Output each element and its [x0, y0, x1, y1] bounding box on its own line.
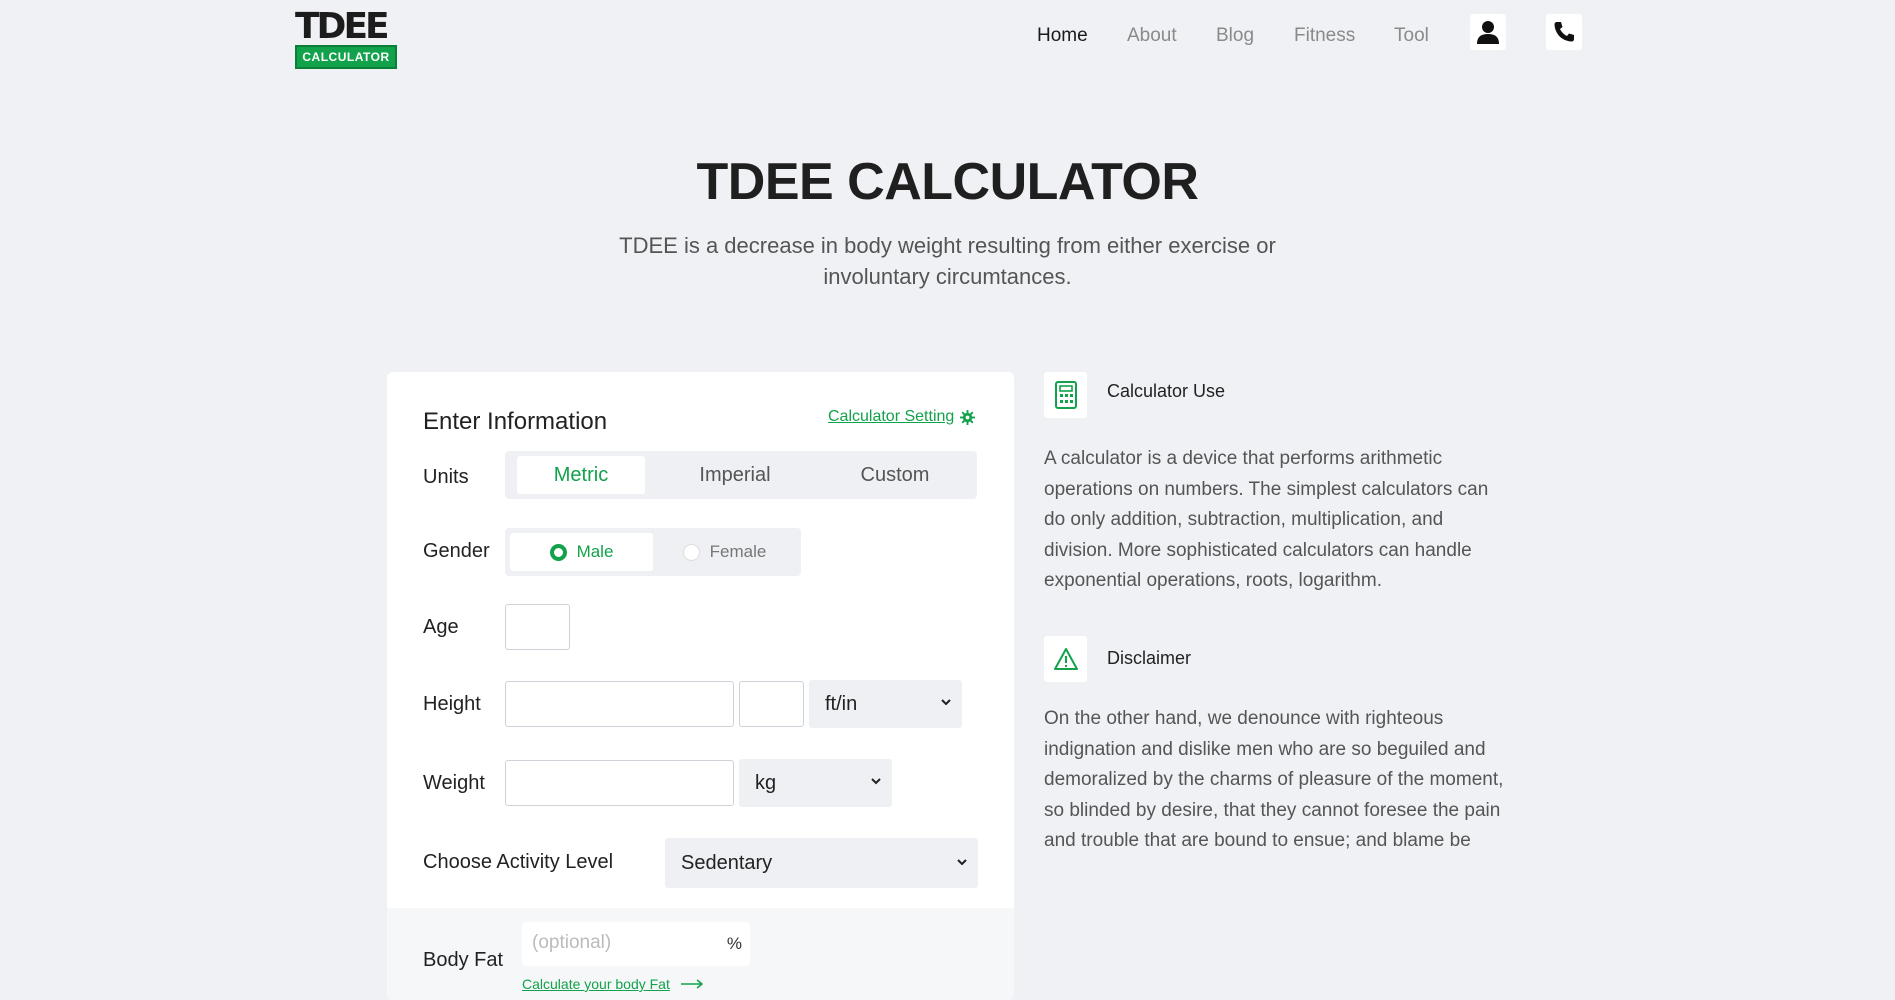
body-fat-placeholder: (optional) [532, 932, 612, 953]
height-unit-select[interactable]: ft/in [809, 680, 962, 728]
height-label: Height [423, 693, 481, 715]
page-title: TDEE CALCULATOR [696, 153, 1199, 211]
units-tabs: Metric Imperial Custom [505, 451, 977, 499]
user-icon [1477, 21, 1499, 44]
calculator-setting-link[interactable]: Calculator Setting [828, 408, 976, 426]
warning-icon-box [1044, 636, 1087, 682]
gender-male-option[interactable]: Male [510, 533, 653, 571]
body-fat-label: Body Fat [423, 949, 504, 971]
site-logo[interactable]: TDEE CALCULATOR [295, 6, 397, 69]
phone-icon [1554, 22, 1574, 42]
disclaimer-title: Disclaimer [1107, 648, 1192, 668]
weight-input[interactable] [505, 760, 734, 806]
weight-unit-value: kg [755, 771, 777, 794]
calculator-use-title: Calculator Use [1107, 381, 1226, 401]
calculator-form-card: Enter Information Calculator Setting Uni… [387, 372, 1014, 1000]
tab-imperial[interactable]: Imperial [665, 456, 805, 494]
activity-label: Choose Activity Level [423, 851, 614, 873]
form-title: Enter Information [423, 408, 608, 435]
nav-home[interactable]: Home [1037, 24, 1088, 48]
activity-level-value: Sedentary [681, 851, 773, 874]
nav-fitness[interactable]: Fitness [1294, 24, 1355, 48]
activity-level-select[interactable]: Sedentary [665, 838, 978, 888]
calculator-use-text: A calculator is a device that performs a… [1044, 448, 1489, 591]
height-unit-value: ft/in [825, 692, 858, 715]
body-fat-section: Body Fat (optional) % Calculate your bod… [387, 908, 1014, 1000]
calculator-setting-label: Calculator Setting [828, 408, 955, 425]
phone-button[interactable] [1546, 14, 1582, 50]
weight-label: Weight [423, 772, 485, 794]
logo-bottom-text: CALCULATOR [295, 45, 397, 69]
male-label: Male [576, 542, 614, 561]
warning-icon [1053, 648, 1078, 670]
nav-blog[interactable]: Blog [1216, 24, 1254, 48]
gender-female-option[interactable]: Female [653, 533, 796, 571]
height-secondary-input[interactable] [739, 681, 804, 727]
user-button[interactable] [1470, 14, 1506, 50]
chevron-down-icon [871, 778, 881, 785]
disclaimer-text: On the other hand, we denounce with righ… [1044, 708, 1504, 851]
gender-selector: Male Female [505, 528, 801, 576]
nav-tool[interactable]: Tool [1394, 24, 1429, 48]
calculator-icon [1054, 381, 1077, 409]
tab-metric[interactable]: Metric [517, 456, 645, 494]
calculator-icon-box [1044, 372, 1087, 418]
tab-custom[interactable]: Custom [825, 456, 965, 494]
body-fat-input[interactable]: (optional) % [522, 922, 750, 966]
page-subtitle: TDEE is a decrease in body weight result… [619, 233, 1276, 289]
chevron-down-icon [941, 699, 951, 706]
male-radio[interactable] [549, 543, 567, 561]
gender-label: Gender [423, 540, 490, 562]
age-label: Age [423, 616, 459, 638]
arrow-right-icon [680, 979, 704, 989]
percent-unit: % [726, 934, 742, 953]
female-label: Female [709, 542, 767, 561]
nav-about[interactable]: About [1127, 24, 1177, 48]
weight-unit-select[interactable]: kg [739, 759, 892, 807]
calculate-body-fat-link[interactable]: Calculate your body Fat [522, 976, 704, 992]
gear-icon [960, 409, 976, 425]
units-label: Units [423, 466, 469, 488]
height-primary-input[interactable] [505, 681, 734, 727]
calculate-body-fat-label: Calculate your body Fat [522, 976, 670, 992]
logo-top-text: TDEE [295, 6, 390, 47]
female-radio[interactable] [682, 543, 700, 561]
age-input[interactable] [505, 604, 570, 650]
chevron-down-icon [957, 859, 967, 866]
